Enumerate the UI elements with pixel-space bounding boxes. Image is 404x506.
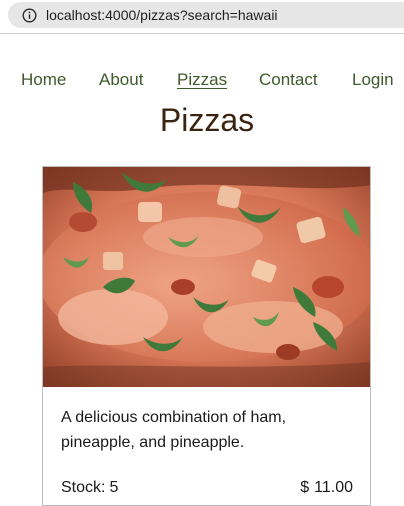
price-value: 11.00	[314, 479, 353, 496]
pizza-description: A delicious combination of ham, pineappl…	[61, 409, 287, 451]
stock-info: Stock: 5	[61, 479, 118, 497]
nav-link-pizzas[interactable]: Pizzas	[177, 70, 227, 90]
pizza-image	[43, 167, 370, 387]
price-currency: $	[300, 479, 310, 496]
page-title: Pizzas	[159, 102, 255, 138]
stock-value: 5	[109, 479, 119, 496]
nav-link-contact[interactable]: Contact	[259, 70, 318, 90]
info-icon[interactable]	[22, 7, 37, 23]
nav-link-home[interactable]: Home	[21, 70, 66, 90]
price-info: $11.00	[300, 479, 353, 497]
nav-link-login[interactable]: Login	[352, 70, 394, 90]
stock-label: Stock:	[61, 479, 106, 496]
url-text[interactable]: localhost:4000/pizzas?search=hawaii	[46, 7, 278, 23]
nav-link-about[interactable]: About	[99, 70, 143, 90]
main-nav: Home About Pizzas Contact Login	[0, 70, 404, 94]
address-bar[interactable]: localhost:4000/pizzas?search=hawaii	[8, 2, 404, 28]
browser-toolbar: localhost:4000/pizzas?search=hawaii	[0, 0, 404, 34]
pizza-card[interactable]: A delicious combination of ham, pineappl…	[42, 166, 371, 506]
